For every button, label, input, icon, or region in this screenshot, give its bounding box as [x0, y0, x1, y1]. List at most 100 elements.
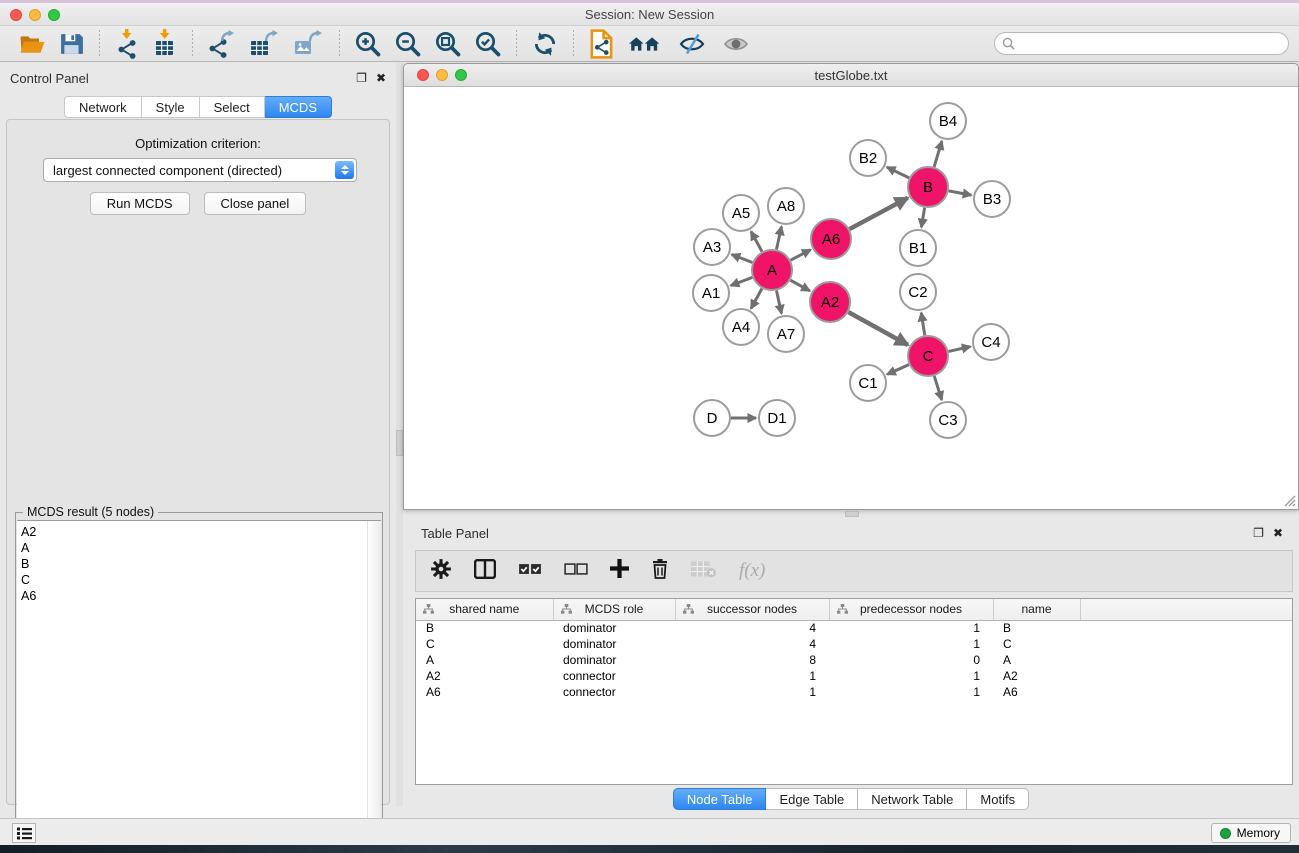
- select-all-columns-icon[interactable]: [518, 562, 542, 581]
- export-image-icon[interactable]: [294, 29, 324, 59]
- task-history-button[interactable]: [12, 823, 36, 843]
- table-cell[interactable]: C: [416, 636, 553, 652]
- table-cell[interactable]: 1: [675, 684, 829, 700]
- float-panel-icon[interactable]: ❐: [356, 71, 367, 85]
- edge-A6-B[interactable]: [850, 198, 908, 229]
- zoom-out-icon[interactable]: [395, 29, 421, 59]
- close-panel-button[interactable]: Close panel: [204, 192, 307, 215]
- mcds-result-list[interactable]: A2ABCA6: [17, 520, 381, 850]
- result-item[interactable]: A2: [21, 524, 381, 540]
- table-cell[interactable]: 1: [829, 684, 993, 700]
- export-network-icon[interactable]: [208, 29, 236, 59]
- edge-C-C3[interactable]: [934, 376, 941, 400]
- first-neighbors-icon[interactable]: [629, 29, 663, 59]
- node-table[interactable]: shared nameMCDS rolesuccessor nodesprede…: [415, 598, 1293, 785]
- edge-A2-C[interactable]: [848, 312, 907, 345]
- edge-B-B2[interactable]: [887, 167, 909, 178]
- network-canvas[interactable]: B4B2BB3A8A5A6B1A3AA1C2A2A4A7C4CC1C3DD1: [405, 88, 1297, 508]
- splitter-grip[interactable]: [396, 430, 403, 456]
- zoom-in-icon[interactable]: [355, 29, 381, 59]
- network-graph[interactable]: B4B2BB3A8A5A6B1A3AA1C2A2A4A7C4CC1C3DD1: [405, 88, 1299, 509]
- table-cell[interactable]: A2: [416, 668, 553, 684]
- tab-select[interactable]: Select: [200, 96, 265, 118]
- delete-column-icon[interactable]: [651, 559, 669, 584]
- edge-C-C4[interactable]: [948, 347, 970, 352]
- close-panel-icon[interactable]: ✖: [376, 71, 386, 85]
- column-header-shared-name[interactable]: shared name: [416, 599, 553, 620]
- table-settings-icon[interactable]: [430, 558, 452, 585]
- column-header-successor-nodes[interactable]: successor nodes: [675, 599, 829, 620]
- edge-A-A6[interactable]: [791, 250, 811, 261]
- vertical-splitter[interactable]: [396, 62, 403, 806]
- tab-network[interactable]: Network: [64, 96, 142, 118]
- edge-A-A1[interactable]: [731, 277, 753, 285]
- edge-A-A2[interactable]: [790, 280, 809, 291]
- table-cell[interactable]: dominator: [553, 620, 675, 636]
- refresh-icon[interactable]: [532, 29, 558, 59]
- table-cell[interactable]: 1: [675, 668, 829, 684]
- edge-A-A8[interactable]: [776, 227, 781, 250]
- unselect-all-columns-icon[interactable]: [564, 562, 588, 581]
- result-item[interactable]: A: [21, 540, 381, 556]
- import-network-icon[interactable]: [115, 29, 139, 59]
- column-header-predecessor-nodes[interactable]: predecessor nodes: [829, 599, 993, 620]
- table-cell[interactable]: 4: [675, 620, 829, 636]
- table-cell[interactable]: B: [993, 620, 1080, 636]
- result-item[interactable]: B: [21, 556, 381, 572]
- table-cell[interactable]: connector: [553, 668, 675, 684]
- edge-B-B3[interactable]: [949, 191, 972, 195]
- zoom-selected-icon[interactable]: [475, 29, 501, 59]
- show-panels-icon[interactable]: [721, 29, 751, 59]
- optimization-criterion-select[interactable]: largest connected component (directed): [43, 158, 357, 182]
- table-row[interactable]: Cdominator41C: [416, 636, 1292, 652]
- table-cell[interactable]: A2: [993, 668, 1080, 684]
- column-header-MCDS-role[interactable]: MCDS role: [553, 599, 675, 620]
- add-column-icon[interactable]: [610, 559, 629, 583]
- horizontal-splitter-grip[interactable]: [845, 511, 859, 517]
- edge-B-B1[interactable]: [921, 208, 924, 228]
- table-cell[interactable]: B: [416, 620, 553, 636]
- tab-network-table[interactable]: Network Table: [858, 788, 967, 810]
- column-header-name[interactable]: name: [993, 599, 1080, 620]
- close-table-panel-icon[interactable]: ✖: [1273, 526, 1283, 540]
- open-session-icon[interactable]: [19, 29, 46, 59]
- table-row[interactable]: A6connector11A6: [416, 684, 1292, 700]
- table-row[interactable]: Adominator80A: [416, 652, 1292, 668]
- export-table-icon[interactable]: [250, 29, 280, 59]
- table-cell[interactable]: dominator: [553, 652, 675, 668]
- table-cell[interactable]: dominator: [553, 636, 675, 652]
- table-cell[interactable]: A6: [993, 684, 1080, 700]
- result-list-scrollbar[interactable]: [367, 521, 381, 849]
- table-row[interactable]: A2connector11A2: [416, 668, 1292, 684]
- split-view-icon[interactable]: [474, 559, 496, 584]
- table-cell[interactable]: 8: [675, 652, 829, 668]
- edge-A-A7[interactable]: [776, 291, 781, 314]
- tab-node-table[interactable]: Node Table: [673, 788, 767, 810]
- edge-A-A5[interactable]: [751, 231, 762, 251]
- table-cell[interactable]: 1: [829, 636, 993, 652]
- save-session-icon[interactable]: [60, 29, 84, 59]
- import-table-icon[interactable]: [153, 29, 177, 59]
- edge-A-A4[interactable]: [751, 288, 762, 308]
- hide-panels-icon[interactable]: [677, 29, 707, 59]
- table-cell[interactable]: 4: [675, 636, 829, 652]
- table-cell[interactable]: A: [993, 652, 1080, 668]
- float-table-panel-icon[interactable]: ❐: [1253, 526, 1264, 540]
- tab-mcds[interactable]: MCDS: [265, 96, 332, 118]
- edge-A-A3[interactable]: [732, 255, 753, 263]
- tab-motifs[interactable]: Motifs: [967, 788, 1029, 810]
- memory-button[interactable]: Memory: [1211, 823, 1291, 843]
- zoom-fit-icon[interactable]: [435, 29, 461, 59]
- table-cell[interactable]: 0: [829, 652, 993, 668]
- table-row[interactable]: Bdominator41B: [416, 620, 1292, 636]
- table-cell[interactable]: C: [993, 636, 1080, 652]
- new-network-from-selection-icon[interactable]: [589, 29, 615, 59]
- tab-style[interactable]: Style: [142, 96, 200, 118]
- table-cell[interactable]: A: [416, 652, 553, 668]
- edge-B-B4[interactable]: [934, 141, 942, 167]
- tab-edge-table[interactable]: Edge Table: [766, 788, 858, 810]
- run-mcds-button[interactable]: Run MCDS: [90, 192, 190, 215]
- network-window-titlebar[interactable]: testGlobe.txt: [404, 64, 1298, 87]
- search-input[interactable]: [994, 32, 1289, 55]
- window-resize-grip[interactable]: [1283, 494, 1296, 507]
